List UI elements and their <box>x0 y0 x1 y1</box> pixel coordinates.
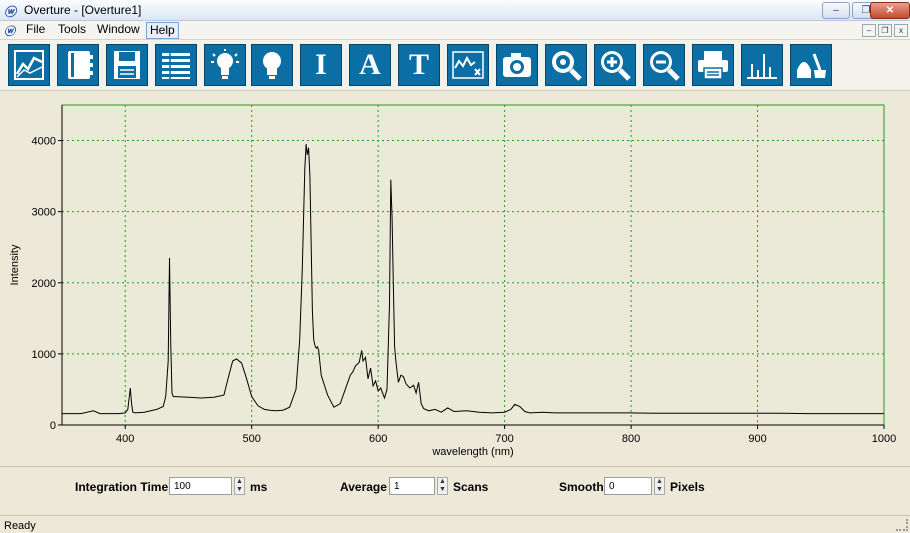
text-i-icon: I <box>315 48 327 81</box>
spin-down-icon[interactable]: ▼ <box>235 486 244 494</box>
x-tick-label: 500 <box>243 433 261 445</box>
peaks-icon <box>747 54 777 79</box>
smooth-unit: Pixels <box>670 480 705 494</box>
average-input[interactable]: 1 <box>389 477 435 495</box>
snapshot-button[interactable] <box>496 44 538 86</box>
smooth-spinner[interactable]: ▲ ▼ <box>654 477 665 495</box>
y-axis-label: Intensity <box>9 244 21 285</box>
notebook-icon <box>68 51 93 79</box>
notebook-button[interactable] <box>57 44 99 86</box>
menu-bar: ⓦ File Tools Window Help – ❐ x <box>0 21 910 40</box>
app-logo-icon: ⓦ <box>4 5 17 19</box>
mdi-restore-button[interactable]: ❐ <box>878 24 892 37</box>
menu-window[interactable]: Window <box>94 22 143 37</box>
x-tick-label: 400 <box>116 433 134 445</box>
spectrum-chart[interactable]: 400 500 600 700 800 900 1000 0 1000 2000 3000 4000 w… <box>0 91 910 462</box>
mdi-close-button[interactable]: x <box>894 24 908 37</box>
y-tick-label: 2000 <box>32 278 56 290</box>
y-tick-label: 3000 <box>32 207 56 219</box>
window-title: Overture - [Overture1] <box>24 3 142 17</box>
spin-down-icon[interactable]: ▼ <box>438 486 447 494</box>
bulb-on-icon <box>211 49 239 79</box>
zoom-in-button[interactable] <box>594 44 636 86</box>
waveform-button[interactable] <box>447 44 489 86</box>
average-unit: Scans <box>453 480 489 494</box>
menu-tools[interactable]: Tools <box>55 22 89 37</box>
text-a-icon: A <box>359 48 381 81</box>
y-tick-label: 4000 <box>32 136 56 148</box>
integration-time-spinner[interactable]: ▲ ▼ <box>234 477 245 495</box>
spin-down-icon[interactable]: ▼ <box>655 486 664 494</box>
zoom-out-button[interactable] <box>643 44 685 86</box>
integration-time-label: Integration Time <box>75 480 169 494</box>
y-tick-label: 0 <box>50 420 56 432</box>
x-tick-label: 900 <box>748 433 766 445</box>
save-button[interactable] <box>106 44 148 86</box>
x-tick-label: 700 <box>495 433 513 445</box>
bulb-icon <box>263 52 281 79</box>
smooth-input[interactable]: 0 <box>604 477 652 495</box>
light-button[interactable] <box>251 44 293 86</box>
list-icon <box>162 53 190 79</box>
minimize-button[interactable]: – <box>822 2 850 19</box>
peaks-button[interactable] <box>741 44 783 86</box>
close-button[interactable]: ✕ <box>870 2 910 19</box>
average-label: Average <box>340 480 387 494</box>
title-bar: ⓦ Overture - [Overture1] – ❐ ✕ <box>0 0 910 21</box>
document-icon[interactable]: ⓦ <box>4 23 15 39</box>
integration-time-input[interactable]: 100 <box>169 477 232 495</box>
light-on-button[interactable] <box>204 44 246 86</box>
text-t-icon: T <box>408 48 429 81</box>
divider <box>0 466 910 467</box>
resize-grip-icon[interactable] <box>896 519 908 531</box>
camera-icon <box>503 53 531 77</box>
menu-file[interactable]: File <box>23 22 48 37</box>
zoom-fit-icon <box>552 51 582 81</box>
chart-line-icon <box>14 50 44 80</box>
waveform-x-icon <box>452 51 484 79</box>
y-tick-label: 1000 <box>32 349 56 361</box>
print-button[interactable] <box>692 44 734 86</box>
zoom-out-icon <box>650 51 680 81</box>
plot-frame <box>61 104 885 426</box>
chart-view-button[interactable] <box>8 44 50 86</box>
text-a-button[interactable]: A <box>349 44 391 86</box>
integration-time-unit: ms <box>250 480 268 494</box>
cleanup-icon <box>797 53 826 78</box>
spin-up-icon[interactable]: ▲ <box>235 478 244 486</box>
list-view-button[interactable] <box>155 44 197 86</box>
status-bar: Ready <box>0 515 910 533</box>
zoom-in-icon <box>601 51 631 81</box>
zoom-fit-button[interactable] <box>545 44 587 86</box>
text-t-button[interactable]: T <box>398 44 440 86</box>
mdi-minimize-button[interactable]: – <box>862 24 876 37</box>
average-spinner[interactable]: ▲ ▼ <box>437 477 448 495</box>
x-axis-label: wavelength (nm) <box>431 446 513 458</box>
x-tick-label: 1000 <box>872 433 896 445</box>
clear-button[interactable] <box>790 44 832 86</box>
spectrum-chart-panel: 400 500 600 700 800 900 1000 0 1000 2000 3000 4000 w… <box>0 91 910 462</box>
save-icon <box>114 51 140 79</box>
printer-icon <box>698 51 728 80</box>
smooth-label: Smooth <box>559 480 604 494</box>
spin-up-icon[interactable]: ▲ <box>438 478 447 486</box>
text-i-button[interactable]: I <box>300 44 342 86</box>
menu-help[interactable]: Help <box>146 22 179 39</box>
spin-up-icon[interactable]: ▲ <box>655 478 664 486</box>
x-tick-label: 800 <box>622 433 640 445</box>
x-tick-label: 600 <box>369 433 387 445</box>
status-text: Ready <box>4 520 36 532</box>
